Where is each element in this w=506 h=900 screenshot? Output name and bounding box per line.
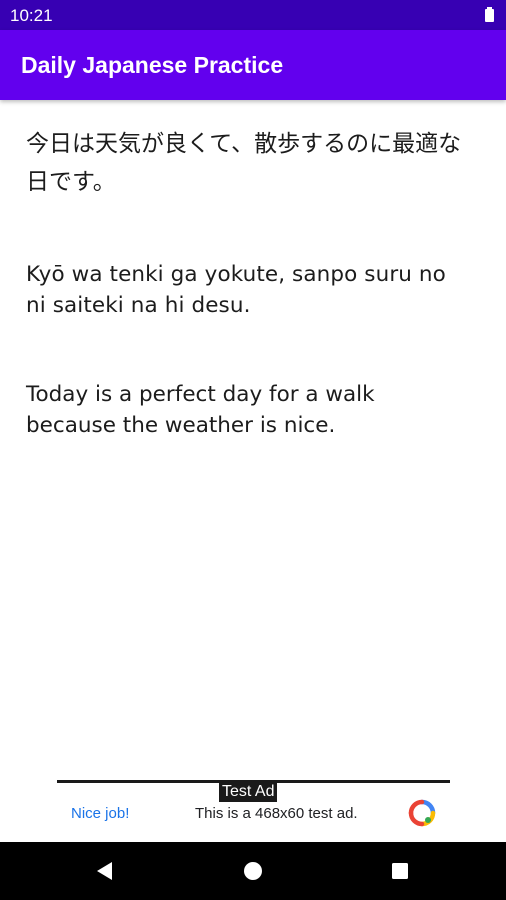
english-translation: Today is a perfect day for a walk becaus… — [26, 382, 375, 438]
navigation-bar — [0, 842, 506, 900]
test-ad-banner[interactable]: Test Ad Nice job! This is a 468x60 test … — [57, 780, 450, 840]
ad-text: This is a 468x60 test ad. — [195, 805, 358, 822]
recents-square-icon — [392, 863, 408, 879]
app-bar: Daily Japanese Practice — [0, 30, 506, 100]
romaji-sentence: Kyō wa tenki ga yokute, sanpo suru no ni… — [26, 262, 446, 318]
home-button[interactable] — [223, 842, 283, 900]
back-triangle-icon — [97, 862, 112, 880]
app-title: Daily Japanese Practice — [21, 52, 284, 78]
status-time: 10:21 — [10, 6, 53, 25]
lesson-content: 今日は天気が良くて、散歩するのに最適な日です。 Kyō wa tenki ga … — [26, 125, 471, 441]
app-screen: 10:21 Daily Japanese Practice 今日は天気が良くて、… — [0, 0, 506, 900]
back-button[interactable] — [75, 842, 135, 900]
ad-label: Test Ad — [219, 782, 278, 802]
japanese-sentence: 今日は天気が良くて、散歩するのに最適な日です。 — [26, 131, 462, 195]
status-bar: 10:21 — [0, 0, 506, 30]
home-circle-icon — [244, 862, 262, 880]
battery-full-icon — [485, 7, 494, 22]
ad-cta-link[interactable]: Nice job! — [71, 805, 129, 823]
adchoices-logo-icon[interactable] — [408, 799, 436, 827]
recents-button[interactable] — [370, 842, 430, 900]
